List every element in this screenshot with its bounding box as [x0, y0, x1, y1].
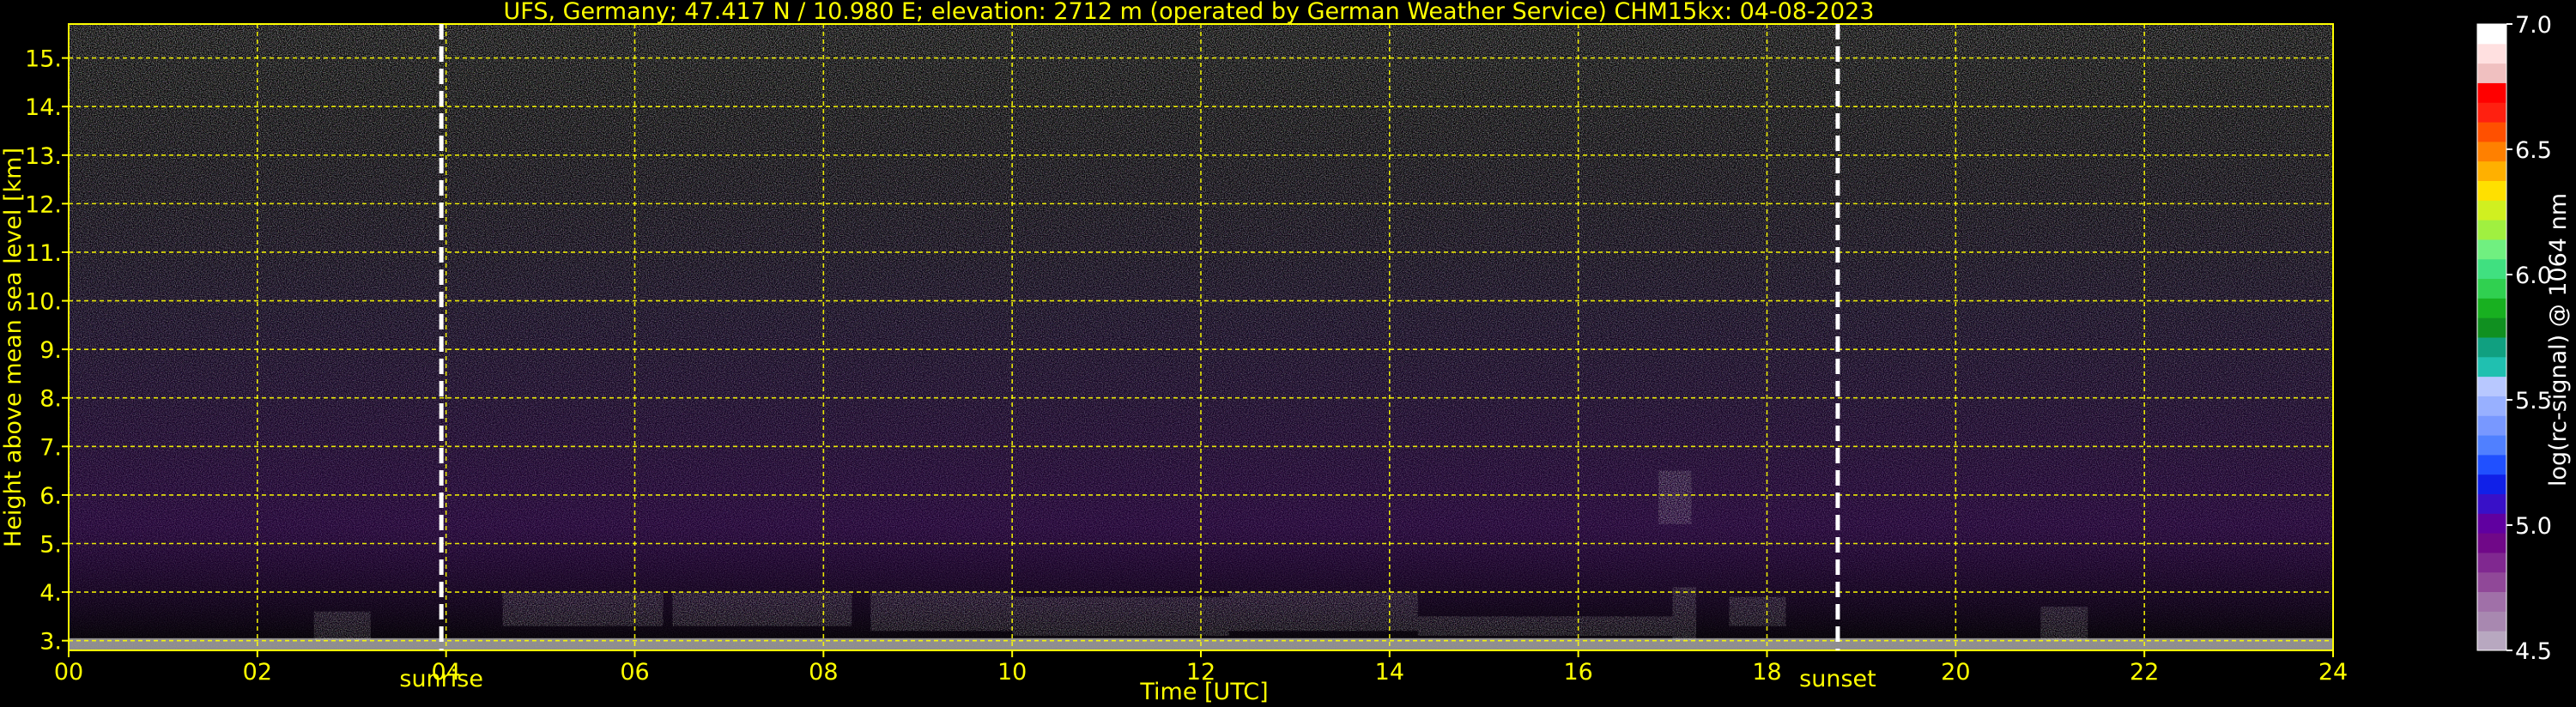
y-tick-label: 7. — [39, 434, 62, 461]
colorbar-segment — [2477, 122, 2506, 142]
signal-patch — [1417, 616, 1673, 637]
y-tick-label: 13. — [25, 143, 62, 170]
x-tick-label: 08 — [809, 659, 838, 686]
colorbar-segment — [2477, 611, 2506, 631]
colorbar-segment — [2477, 220, 2506, 240]
colorbar-segment — [2477, 160, 2506, 181]
lidar-ceilometer-chart: sunrise sunset 00 02 04 06 08 10 12 14 16 18 20 22 24… — [0, 0, 2572, 705]
x-tick-label: 24 — [2318, 659, 2348, 686]
colorbar-segment — [2477, 513, 2506, 534]
x-tick-label: 22 — [2130, 659, 2159, 686]
y-tick-label: 6. — [39, 483, 62, 510]
x-tick-label: 04 — [431, 659, 460, 686]
chart-title: UFS, Germany; 47.417 N / 10.980 E; eleva… — [504, 0, 1875, 25]
colorbar-segment — [2477, 454, 2506, 475]
signal-patch — [1658, 470, 1692, 524]
y-tick-label: 4. — [39, 580, 62, 607]
x-tick-label: 10 — [997, 659, 1027, 686]
y-tick-label: 5. — [39, 532, 62, 559]
colorbar-segment — [2477, 102, 2506, 123]
colorbar-segment — [2477, 631, 2506, 651]
signal-patch — [1729, 596, 1786, 626]
colorbar-segment — [2477, 200, 2506, 221]
y-tick-label: 10. — [25, 289, 62, 316]
signal-patch — [870, 592, 1013, 631]
x-axis-label: Time [UTC] — [1139, 679, 1268, 705]
colorbar-segment — [2477, 24, 2506, 45]
x-tick-label: 18 — [1752, 659, 1781, 686]
colorbar-segment — [2477, 493, 2506, 514]
colorbar-segment — [2477, 43, 2506, 64]
colorbar-segment — [2477, 82, 2506, 103]
signal-patch — [672, 592, 852, 626]
colorbar-segment — [2477, 474, 2506, 494]
signal-patch — [502, 592, 664, 626]
x-tick-label: 00 — [54, 659, 83, 686]
colorbar-segment — [2477, 356, 2506, 378]
colorbar-tick-label: 5.0 — [2515, 513, 2552, 540]
colorbar-segment — [2477, 552, 2506, 573]
colorbar: 4.55.05.56.06.57.0 — [2476, 12, 2552, 665]
colorbar-segment — [2477, 63, 2506, 83]
y-tick-label: 8. — [39, 386, 62, 413]
y-axis-label: Height above mean sea level [km] — [0, 148, 27, 547]
signal-patch — [1012, 596, 1229, 637]
colorbar-segment — [2477, 571, 2506, 593]
y-tick-label: 3. — [39, 629, 62, 656]
y-tick-label: 9. — [39, 337, 62, 364]
x-tick-label: 16 — [1563, 659, 1592, 686]
sunset-label: sunset — [1799, 666, 1876, 692]
signal-patch — [1672, 587, 1697, 641]
colorbar-segment — [2477, 376, 2506, 396]
colorbar-tick-label: 6.5 — [2515, 137, 2552, 164]
x-tick-label: 06 — [620, 659, 649, 686]
x-tick-label: 14 — [1375, 659, 1404, 686]
signal-patch — [2040, 607, 2088, 641]
signal-patch — [313, 611, 371, 641]
colorbar-label: log(rc-signal) @ 1064 nm — [2545, 193, 2572, 486]
y-tick-label: 15. — [25, 46, 62, 73]
colorbar-segment — [2477, 533, 2506, 553]
colorbar-segment — [2477, 141, 2506, 162]
y-tick-label: 14. — [25, 94, 62, 121]
x-tick-label: 20 — [1941, 659, 1970, 686]
colorbar-segment — [2477, 278, 2506, 299]
colorbar-segment — [2477, 317, 2506, 338]
y-tick-label: 11. — [25, 240, 62, 267]
x-tick-label: 02 — [243, 659, 272, 686]
colorbar-segment — [2477, 180, 2506, 201]
y-axis: 3. 4. 5. 6. 7. 8. 9. 10. 11. 12. 13. 14. 15. — [25, 46, 69, 656]
colorbar-segment — [2477, 435, 2506, 456]
colorbar-segment — [2477, 415, 2506, 436]
colorbar-segment — [2477, 396, 2506, 416]
colorbar-segment — [2477, 337, 2506, 358]
y-tick-label: 12. — [25, 191, 62, 218]
colorbar-segment — [2477, 258, 2506, 280]
colorbar-segment — [2477, 591, 2506, 612]
colorbar-tick-label: 7.0 — [2515, 12, 2552, 39]
colorbar-tick-label: 4.5 — [2515, 638, 2552, 665]
colorbar-segment — [2477, 298, 2506, 318]
colorbar-segment — [2477, 239, 2506, 260]
